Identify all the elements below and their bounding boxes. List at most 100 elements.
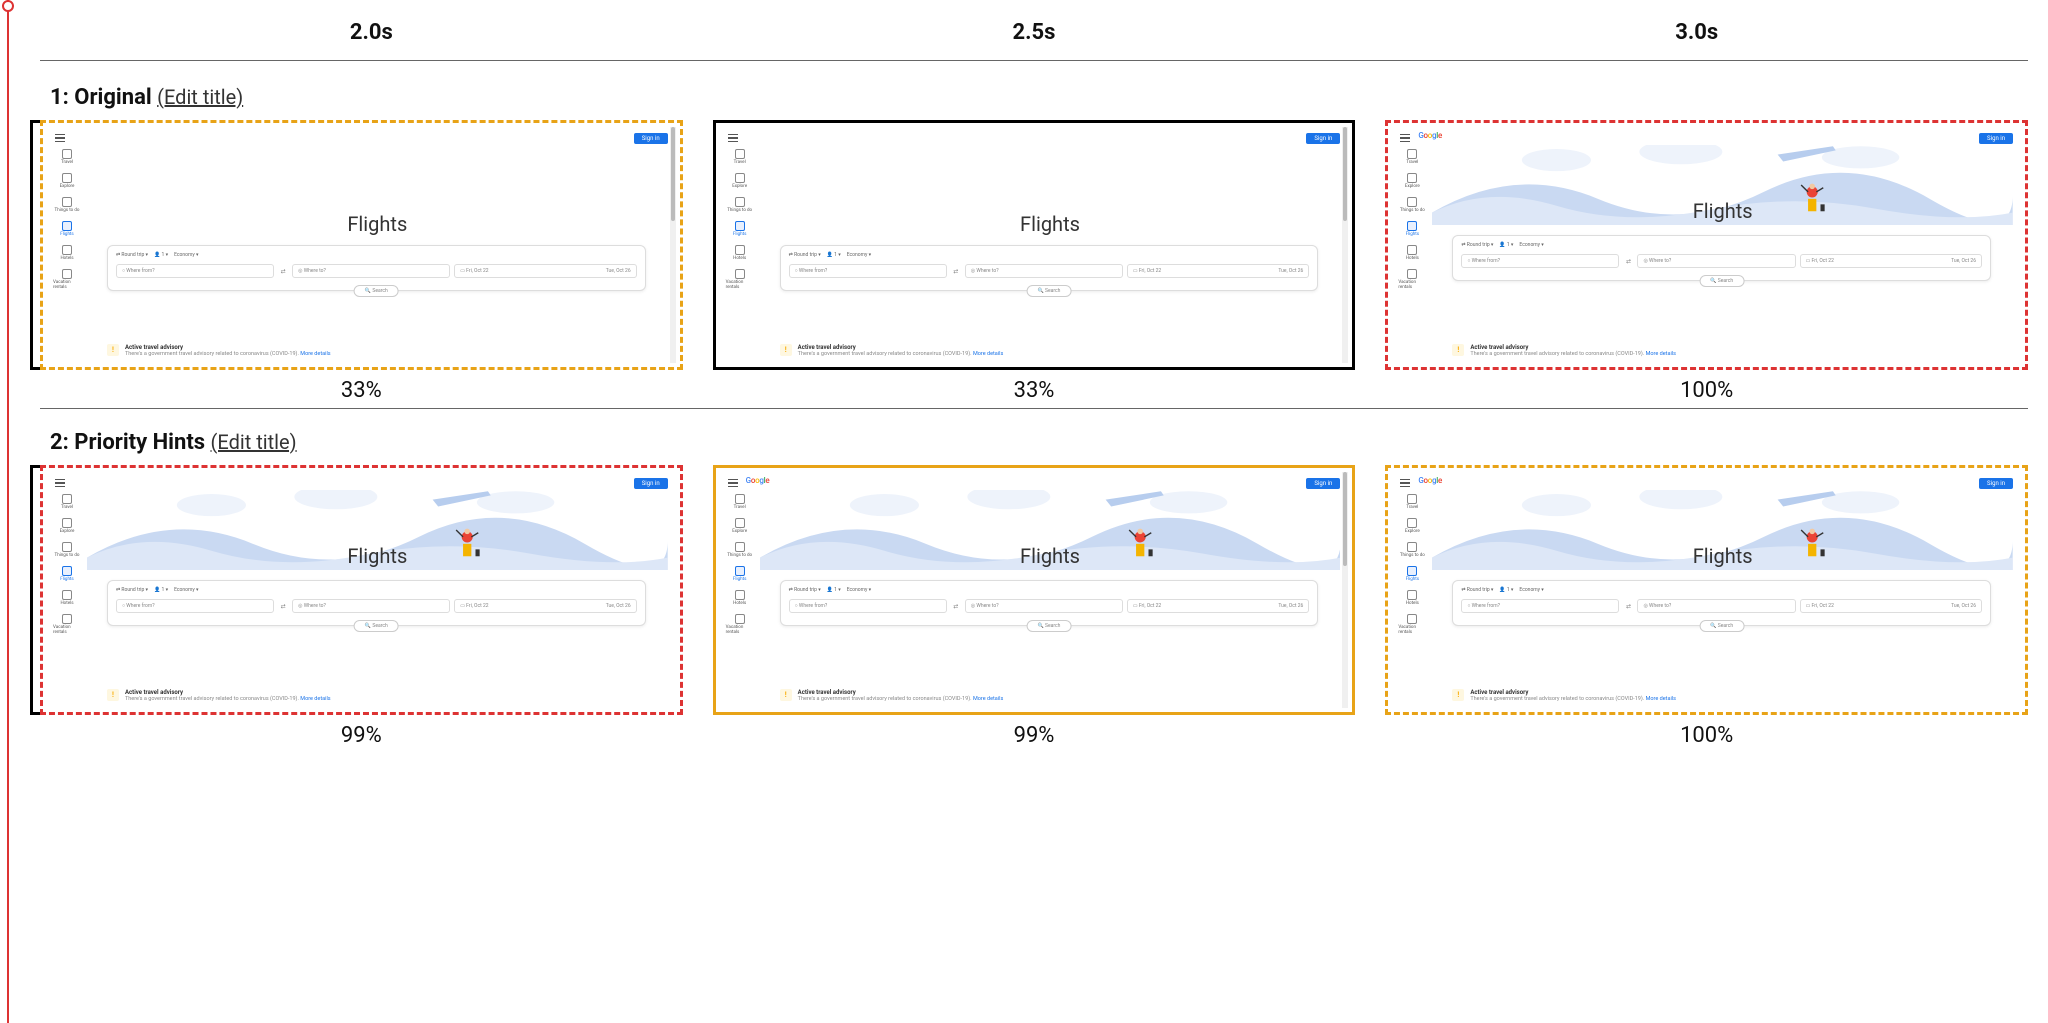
search-button[interactable]: 🔍 Search: [1027, 285, 1072, 297]
sidebar-item[interactable]: Travel: [1398, 494, 1426, 510]
hamburger-icon[interactable]: [1400, 134, 1410, 142]
class-chip[interactable]: Economy ▾: [847, 587, 871, 593]
hamburger-icon[interactable]: [1400, 479, 1410, 487]
filmstrip-frame[interactable]: Sign in GoogleTravelExploreThings to doF…: [713, 465, 1356, 748]
hamburger-icon[interactable]: [728, 479, 738, 487]
sidebar-item[interactable]: Vacation rentals: [726, 269, 754, 290]
scrollbar[interactable]: [670, 127, 676, 363]
sidebar-item[interactable]: Hotels: [726, 245, 754, 261]
swap-icon[interactable]: ⇄: [1623, 258, 1633, 265]
search-button[interactable]: 🔍 Search: [354, 285, 399, 297]
sign-in-button[interactable]: Sign in: [634, 133, 668, 144]
sign-in-button[interactable]: Sign in: [1306, 133, 1340, 144]
sign-in-button[interactable]: Sign in: [1979, 133, 2013, 144]
sidebar-item[interactable]: Travel: [726, 494, 754, 510]
edit-title-link[interactable]: (Edit title): [211, 430, 297, 454]
edit-title-link[interactable]: (Edit title): [157, 85, 243, 109]
swap-icon[interactable]: ⇄: [1623, 603, 1633, 610]
filmstrip-frame[interactable]: Sign in GoogleTravelExploreThings to doF…: [1385, 120, 2028, 403]
sidebar-item[interactable]: Travel: [726, 149, 754, 165]
advisory-link[interactable]: More details: [300, 696, 330, 702]
sidebar-item[interactable]: Things to do: [53, 197, 81, 213]
origin-field[interactable]: ○ Where from?: [789, 599, 947, 613]
origin-field[interactable]: ○ Where from?: [1461, 599, 1619, 613]
passengers-chip[interactable]: 👤 1 ▾: [154, 587, 168, 593]
dates-field[interactable]: ▭ Fri, Oct 22Tue, Oct 26: [1800, 599, 1982, 613]
origin-field[interactable]: ○ Where from?: [116, 599, 274, 613]
trip-type-chip[interactable]: ⇄ Round trip ▾: [789, 587, 821, 593]
sidebar-item[interactable]: Things to do: [1398, 197, 1426, 213]
swap-icon[interactable]: ⇄: [951, 603, 961, 610]
advisory-link[interactable]: More details: [1646, 696, 1676, 702]
sidebar-item[interactable]: Things to do: [726, 197, 754, 213]
trip-type-chip[interactable]: ⇄ Round trip ▾: [1461, 242, 1493, 248]
sidebar-item[interactable]: Flights: [1398, 566, 1426, 582]
class-chip[interactable]: Economy ▾: [1519, 242, 1543, 248]
sidebar-item[interactable]: Hotels: [1398, 590, 1426, 606]
dates-field[interactable]: ▭ Fri, Oct 22Tue, Oct 26: [1127, 599, 1309, 613]
destination-field[interactable]: ◎ Where to?: [1637, 254, 1795, 268]
destination-field[interactable]: ◎ Where to?: [292, 264, 450, 278]
search-button[interactable]: 🔍 Search: [1027, 620, 1072, 632]
origin-field[interactable]: ○ Where from?: [1461, 254, 1619, 268]
sign-in-button[interactable]: Sign in: [1979, 478, 2013, 489]
trip-type-chip[interactable]: ⇄ Round trip ▾: [1461, 587, 1493, 593]
dates-field[interactable]: ▭ Fri, Oct 22Tue, Oct 26: [454, 599, 636, 613]
sidebar-item[interactable]: Flights: [726, 221, 754, 237]
filmstrip-frame[interactable]: Sign in TravelExploreThings to doFlights…: [40, 120, 683, 403]
class-chip[interactable]: Economy ▾: [174, 587, 198, 593]
passengers-chip[interactable]: 👤 1 ▾: [1499, 242, 1513, 248]
passengers-chip[interactable]: 👤 1 ▾: [827, 252, 841, 258]
sidebar-item[interactable]: Explore: [726, 173, 754, 189]
sidebar-item[interactable]: Explore: [1398, 173, 1426, 189]
trip-type-chip[interactable]: ⇄ Round trip ▾: [116, 587, 148, 593]
sidebar-item[interactable]: Hotels: [726, 590, 754, 606]
swap-icon[interactable]: ⇄: [278, 268, 288, 275]
sidebar-item[interactable]: Travel: [53, 494, 81, 510]
passengers-chip[interactable]: 👤 1 ▾: [1499, 587, 1513, 593]
sign-in-button[interactable]: Sign in: [1306, 478, 1340, 489]
search-button[interactable]: 🔍 Search: [1699, 620, 1744, 632]
advisory-link[interactable]: More details: [300, 351, 330, 357]
destination-field[interactable]: ◎ Where to?: [965, 599, 1123, 613]
dates-field[interactable]: ▭ Fri, Oct 22Tue, Oct 26: [1800, 254, 1982, 268]
origin-field[interactable]: ○ Where from?: [116, 264, 274, 278]
dates-field[interactable]: ▭ Fri, Oct 22Tue, Oct 26: [1127, 264, 1309, 278]
sidebar-item[interactable]: Flights: [53, 566, 81, 582]
filmstrip-frame[interactable]: Sign in GoogleTravelExploreThings to doF…: [1385, 465, 2028, 748]
hamburger-icon[interactable]: [728, 134, 738, 142]
scrollbar[interactable]: [1342, 472, 1348, 708]
sidebar-item[interactable]: Vacation rentals: [1398, 269, 1426, 290]
sidebar-item[interactable]: Flights: [726, 566, 754, 582]
sidebar-item[interactable]: Hotels: [53, 245, 81, 261]
filmstrip-frame[interactable]: Sign in Travel Explore Things to do Flights…: [713, 120, 1356, 403]
passengers-chip[interactable]: 👤 1 ▾: [827, 587, 841, 593]
sidebar-item[interactable]: Travel: [1398, 149, 1426, 165]
sidebar-item[interactable]: Explore: [1398, 518, 1426, 534]
sidebar-item[interactable]: Flights: [1398, 221, 1426, 237]
hamburger-icon[interactable]: [55, 134, 65, 142]
search-button[interactable]: 🔍 Search: [354, 620, 399, 632]
passengers-chip[interactable]: 👤 1 ▾: [154, 252, 168, 258]
advisory-link[interactable]: More details: [1646, 351, 1676, 357]
sidebar-item[interactable]: Vacation rentals: [53, 614, 81, 635]
sidebar-item[interactable]: Vacation rentals: [1398, 614, 1426, 635]
sidebar-item[interactable]: Explore: [726, 518, 754, 534]
sidebar-item[interactable]: Explore: [53, 518, 81, 534]
destination-field[interactable]: ◎ Where to?: [292, 599, 450, 613]
filmstrip-frame[interactable]: Sign in Travel Explore Things to do Flights…: [40, 465, 683, 748]
class-chip[interactable]: Economy ▾: [1519, 587, 1543, 593]
sidebar-item[interactable]: Hotels: [1398, 245, 1426, 261]
sidebar-item[interactable]: Vacation rentals: [53, 269, 81, 290]
class-chip[interactable]: Economy ▾: [847, 252, 871, 258]
advisory-link[interactable]: More details: [973, 696, 1003, 702]
advisory-link[interactable]: More details: [973, 351, 1003, 357]
sidebar-item[interactable]: Things to do: [53, 542, 81, 558]
destination-field[interactable]: ◎ Where to?: [965, 264, 1123, 278]
trip-type-chip[interactable]: ⇄ Round trip ▾: [789, 252, 821, 258]
swap-icon[interactable]: ⇄: [951, 268, 961, 275]
sidebar-item[interactable]: Flights: [53, 221, 81, 237]
sign-in-button[interactable]: Sign in: [634, 478, 668, 489]
trip-type-chip[interactable]: ⇄ Round trip ▾: [116, 252, 148, 258]
search-button[interactable]: 🔍 Search: [1699, 275, 1744, 287]
